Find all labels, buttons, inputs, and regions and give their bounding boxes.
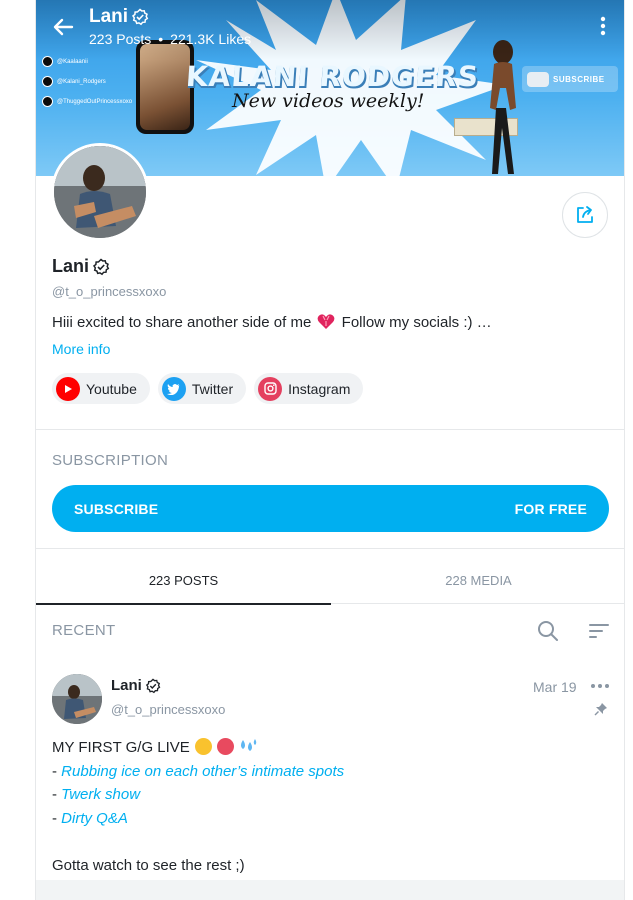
stats-separator: • — [158, 31, 164, 47]
back-arrow-icon[interactable] — [50, 14, 76, 40]
more-info-link[interactable]: More info — [52, 341, 110, 357]
banner-subscribe-graphic: SUBSCRIBE — [522, 66, 618, 92]
header-stats: 223 Posts • 221.3K Likes — [89, 31, 251, 47]
verified-badge-icon — [145, 677, 161, 693]
post-handle: @t_o_princessxoxo — [111, 702, 226, 717]
banner-social-instagram: @Kalani_Rodgers — [42, 76, 132, 87]
youtube-icon — [56, 376, 80, 401]
post-author: Lani — [111, 677, 161, 694]
post-avatar[interactable] — [52, 674, 102, 724]
youtube-link[interactable]: Youtube — [52, 373, 150, 404]
profile-bio: Hiii excited to share another side of me… — [52, 314, 492, 331]
top-bar: Lani 223 Posts • 221.3K Likes — [36, 0, 624, 56]
post-item: - Twerk show — [52, 786, 141, 803]
post-line-1: MY FIRST G/G LIVE — [52, 736, 607, 760]
divider — [36, 429, 624, 430]
post-body: MY FIRST G/G LIVE - Rubbing ice on each … — [52, 736, 607, 877]
sort-icon[interactable] — [587, 619, 611, 643]
post-separator-band — [36, 880, 624, 900]
hot-face-emoji-icon — [217, 738, 235, 755]
posts-count: 223 Posts — [89, 31, 152, 47]
pin-icon — [594, 703, 607, 716]
profile-handle: @t_o_princessxoxo — [52, 284, 167, 299]
sweat-droplets-emoji-icon — [241, 739, 257, 751]
twitter-icon — [161, 376, 186, 401]
share-button[interactable] — [562, 192, 608, 238]
likes-count: 221.3K Likes — [170, 31, 252, 47]
tab-media[interactable]: 228 MEDIA — [331, 556, 624, 604]
verified-badge-icon — [132, 8, 149, 26]
heart-emoji-icon — [318, 314, 335, 329]
banner-brand-text: KALANI RODGERS — [184, 60, 481, 93]
tab-posts[interactable]: 223 POSTS — [36, 556, 331, 605]
banner-social-twitch: @ThuggedOutPrincessxoxo — [42, 96, 132, 107]
post-options-icon[interactable] — [589, 677, 611, 695]
banner-social-list: @Kaalaanii @Kalani_Rodgers @ThuggedOutPr… — [42, 56, 132, 107]
social-links: Youtube Twitter Instagram — [52, 373, 364, 404]
twitter-link[interactable]: Twitter — [157, 373, 247, 404]
recent-title: RECENT — [52, 622, 116, 639]
post-item: - Dirty Q&A — [52, 809, 128, 827]
profile-name: Lani — [52, 256, 110, 277]
more-options-icon[interactable] — [594, 14, 612, 38]
smirk-emoji-icon — [194, 738, 212, 755]
content-tabs: 223 POSTS 228 MEDIA — [36, 556, 624, 605]
instagram-link[interactable]: Instagram — [254, 373, 364, 404]
subscription-title: SUBSCRIPTION — [52, 452, 169, 469]
search-icon[interactable] — [536, 619, 560, 643]
banner-tagline: New videos weekly! — [232, 90, 425, 112]
verified-badge-icon — [93, 257, 110, 275]
share-icon — [577, 206, 593, 223]
divider — [36, 548, 624, 549]
profile-page: KALANI RODGERS New videos weekly! @Kaala… — [35, 0, 625, 900]
post-date: Mar 19 — [533, 679, 577, 695]
instagram-icon — [258, 376, 283, 401]
subscribe-button[interactable]: SUBSCRIBE FOR FREE — [52, 485, 609, 532]
profile-avatar[interactable] — [51, 143, 149, 241]
post-item: - Rubbing ice on each other’s intimate s… — [52, 762, 345, 780]
header-name: Lani — [89, 6, 149, 28]
post-footer-text: Gotta watch to see the rest ;) — [52, 856, 245, 874]
